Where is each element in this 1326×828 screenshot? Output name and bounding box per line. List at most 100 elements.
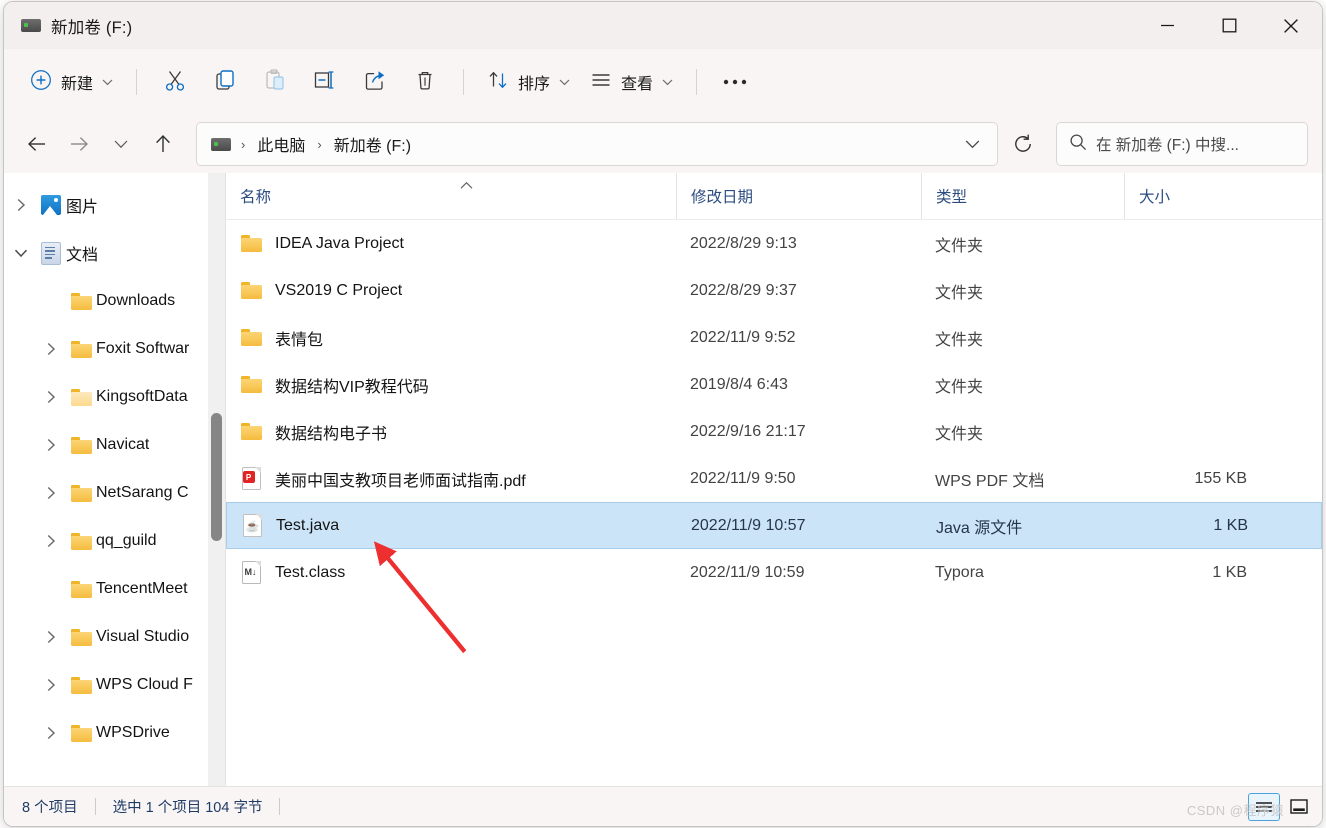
status-item-count: 8 个项目: [22, 800, 78, 816]
file-date-cell: 2019/8/4 6:43: [676, 376, 921, 394]
file-date-label: 2022/11/9 10:59: [690, 563, 805, 581]
up-button[interactable]: [142, 124, 184, 164]
chevron-right-icon[interactable]: [36, 630, 66, 644]
drive-icon: [211, 137, 231, 151]
table-row[interactable]: ☕ Test.java 2022/11/9 10:57 Java 源文件 1 KB: [226, 502, 1322, 549]
file-type-label: 文件夹: [935, 237, 984, 255]
file-date-cell: 2022/9/16 21:17: [676, 423, 921, 441]
chevron-right-icon[interactable]: [36, 534, 66, 548]
status-bar: 8 个项目 选中 1 个项目 104 字节 CSDN @程序猿: [4, 786, 1322, 826]
large-icons-view-button[interactable]: [1284, 794, 1314, 820]
file-list: IDEA Java Project 2022/8/29 9:13 文件夹 VS2019…: [226, 220, 1322, 596]
address-dropdown-button[interactable]: [953, 127, 991, 161]
table-row[interactable]: IDEA Java Project 2022/8/29 9:13 文件夹: [226, 220, 1322, 267]
file-type-label: 文件夹: [935, 425, 984, 443]
chevron-right-icon[interactable]: [36, 486, 66, 500]
sidebar-item-[interactable]: 文档: [6, 229, 219, 277]
file-type-label: Java 源文件: [936, 519, 1023, 537]
minimize-button[interactable]: [1136, 2, 1198, 49]
maximize-button[interactable]: [1198, 2, 1260, 49]
sidebar-item-netsarang-c[interactable]: NetSarang C: [6, 469, 219, 517]
breadcrumb-item-drive[interactable]: 新加卷 (F:): [328, 129, 417, 159]
table-row[interactable]: P 美丽中国支教项目老师面试指南.pdf 2022/11/9 9:50 WPS PDF…: [226, 455, 1322, 502]
chevron-down-icon[interactable]: [6, 248, 36, 258]
column-header-row: 名称 修改日期 类型 大小: [226, 173, 1322, 220]
column-header-date[interactable]: 修改日期: [676, 173, 921, 219]
sidebar-item-label: Foxit Softwar: [96, 340, 190, 357]
forward-button[interactable]: [58, 124, 100, 164]
sidebar-item-downloads[interactable]: Downloads: [6, 277, 219, 325]
drive-icon: [21, 19, 41, 32]
details-view-button[interactable]: [1248, 792, 1280, 821]
sidebar-item-label: WPSDrive: [96, 724, 170, 741]
toolbar-divider-3: [696, 69, 698, 95]
new-button[interactable]: 新建: [20, 61, 123, 103]
back-button[interactable]: [16, 124, 58, 164]
sidebar-scrollbar-thumb[interactable]: [211, 413, 222, 541]
file-date-cell: 2022/11/9 9:50: [676, 470, 921, 488]
folder-icon: [66, 292, 96, 310]
chevron-right-icon[interactable]: [36, 678, 66, 692]
java-file-icon: ☕: [241, 514, 263, 537]
table-row[interactable]: M↓ Test.class 2022/11/9 10:59 Typora 1 KB: [226, 549, 1322, 596]
address-bar[interactable]: › 此电脑 › 新加卷 (F:): [196, 122, 998, 166]
sidebar-item-[interactable]: 图片: [6, 181, 219, 229]
file-size-label: 155 KB: [1194, 469, 1247, 487]
status-selection-info: 选中 1 个项目 104 字节: [112, 800, 263, 816]
status-divider: [279, 798, 281, 815]
file-date-label: 2022/11/9 9:52: [690, 328, 796, 346]
chevron-right-icon[interactable]: [36, 390, 66, 404]
file-name-label: 美丽中国支教项目老师面试指南.pdf: [275, 472, 526, 490]
chevron-down-icon: [559, 73, 570, 91]
refresh-button[interactable]: [1002, 124, 1044, 164]
status-divider: [94, 798, 96, 815]
sort-button[interactable]: 排序: [477, 61, 580, 103]
table-row[interactable]: 数据结构VIP教程代码 2019/8/4 6:43 文件夹: [226, 361, 1322, 408]
folder-icon: [66, 676, 96, 694]
table-row[interactable]: VS2019 C Project 2022/8/29 9:37 文件夹: [226, 267, 1322, 314]
sidebar-item-qq-guild[interactable]: qq_guild: [6, 517, 219, 565]
chevron-right-icon[interactable]: [36, 342, 66, 356]
column-header-size[interactable]: 大小: [1124, 173, 1261, 219]
copy-button[interactable]: [200, 61, 250, 103]
breadcrumb-item-this-pc[interactable]: 此电脑: [251, 129, 311, 159]
typora-file-icon: M↓: [240, 561, 262, 584]
close-button[interactable]: [1260, 2, 1322, 49]
sidebar-item-visual-studio[interactable]: Visual Studio: [6, 613, 219, 661]
file-type-cell: 文件夹: [921, 326, 1124, 350]
more-options-button[interactable]: [710, 61, 760, 103]
file-name-cell: 数据结构电子书: [226, 420, 676, 444]
column-header-size-label: 大小: [1139, 189, 1171, 206]
share-icon: [363, 68, 387, 97]
sidebar-item-wps-cloud-f[interactable]: WPS Cloud F: [6, 661, 219, 709]
recent-locations-button[interactable]: [100, 124, 142, 164]
chevron-right-icon[interactable]: [36, 726, 66, 740]
rename-button[interactable]: [300, 61, 350, 103]
delete-button[interactable]: [400, 61, 450, 103]
sidebar-item-wpsdrive[interactable]: WPSDrive: [6, 709, 219, 757]
sidebar-item-navicat[interactable]: Navicat: [6, 421, 219, 469]
column-header-name[interactable]: 名称: [226, 173, 676, 219]
table-row[interactable]: 表情包 2022/11/9 9:52 文件夹: [226, 314, 1322, 361]
table-row[interactable]: 数据结构电子书 2022/9/16 21:17 文件夹: [226, 408, 1322, 455]
sidebar-item-label: Visual Studio: [96, 628, 190, 645]
sidebar-item-label: Navicat: [96, 436, 150, 453]
column-header-type[interactable]: 类型: [921, 173, 1124, 219]
sidebar-item-tencentmeet[interactable]: TencentMeet: [6, 565, 219, 613]
file-type-label: 文件夹: [935, 331, 984, 349]
view-button[interactable]: 查看: [580, 61, 683, 103]
chevron-right-icon[interactable]: [6, 198, 36, 212]
file-name-label: 数据结构电子书: [275, 425, 388, 443]
cut-button[interactable]: [150, 61, 200, 103]
navigation-bar: › 此电脑 › 新加卷 (F:) 在 新加卷 (F:) 中搜...: [4, 115, 1322, 173]
file-date-cell: 2022/11/9 10:59: [676, 564, 921, 582]
sidebar-scrollbar[interactable]: [208, 173, 225, 786]
sidebar-item-foxit-softwar[interactable]: Foxit Softwar: [6, 325, 219, 373]
share-button[interactable]: [350, 61, 400, 103]
chevron-right-icon[interactable]: [36, 438, 66, 452]
paste-button[interactable]: [250, 61, 300, 103]
search-input[interactable]: 在 新加卷 (F:) 中搜...: [1056, 122, 1308, 166]
sidebar-item-kingsoftdata[interactable]: KingsoftData: [6, 373, 219, 421]
picture-icon: [36, 195, 66, 215]
folder-icon: [240, 376, 262, 393]
